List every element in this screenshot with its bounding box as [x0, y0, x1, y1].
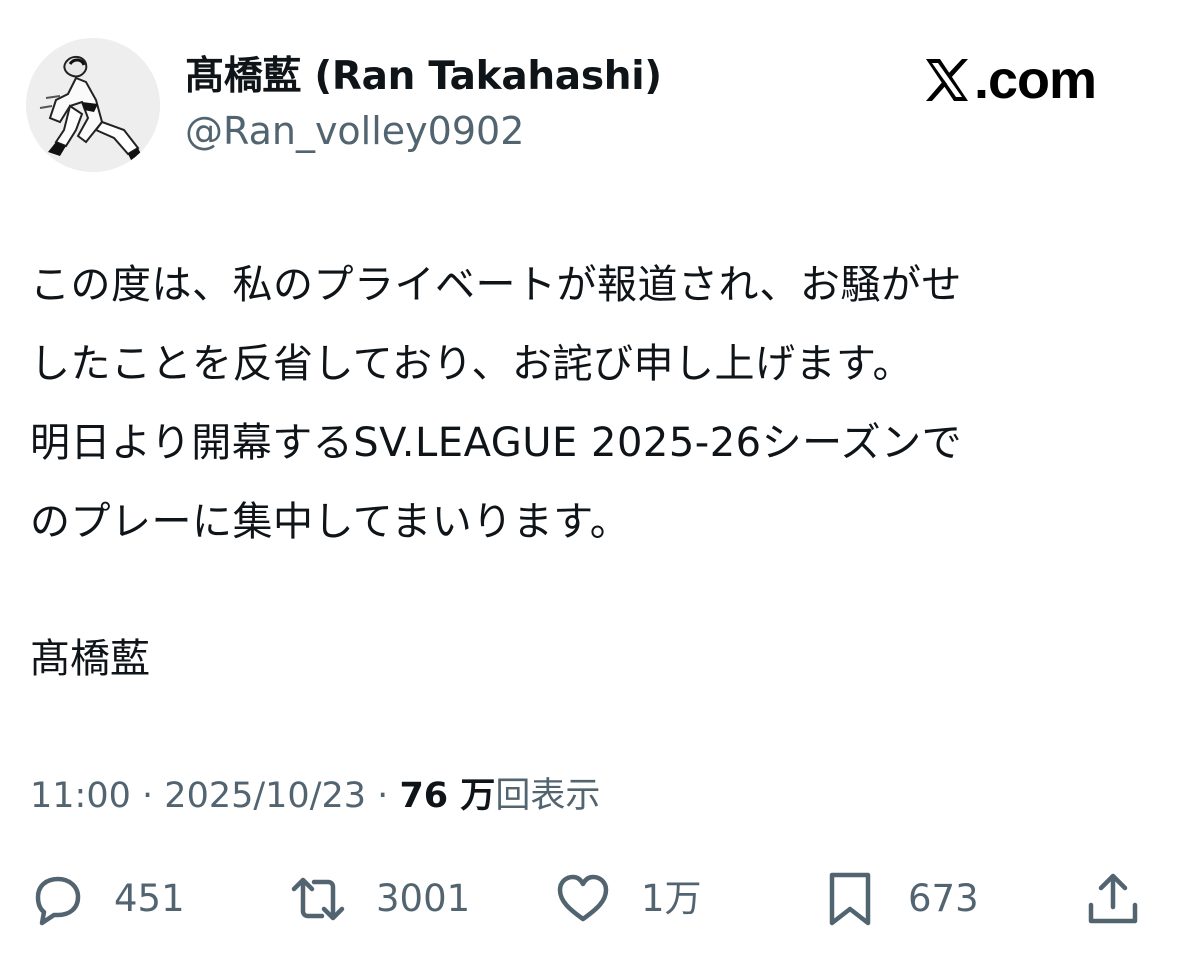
reply-icon	[35, 876, 81, 926]
meta-separator: ·	[142, 776, 154, 816]
heart-icon	[557, 874, 609, 922]
author-display-name[interactable]: 髙橋藍 (Ran Takahashi)	[185, 52, 662, 102]
like-button[interactable]: 1万	[555, 866, 702, 932]
post-date[interactable]: 2025/10/23	[164, 776, 366, 816]
post-text-line: したことを反省しており、お詫び申し上げます。	[30, 341, 913, 387]
bookmark-icon	[829, 872, 871, 926]
meta-separator: ·	[377, 776, 389, 816]
reply-count: 451	[114, 877, 185, 920]
views-label: 回表示	[495, 776, 601, 816]
bookmark-button[interactable]: 673	[822, 866, 979, 932]
avatar[interactable]	[26, 38, 160, 172]
views-count[interactable]: 76 万	[399, 776, 495, 816]
bookmark-count: 673	[908, 877, 979, 920]
share-button[interactable]	[1085, 866, 1141, 932]
like-count: 1万	[641, 877, 702, 920]
post-text-line: 明日より開幕するSV.LEAGUE 2025-26シーズンで	[30, 420, 963, 466]
action-bar: 451 3001 1万 673	[0, 866, 1179, 932]
author-handle[interactable]: @Ran_volley0902	[185, 108, 524, 154]
post-signature: 髙橋藍	[30, 636, 150, 682]
avatar-illustration-icon	[26, 38, 160, 172]
repost-count: 3001	[376, 877, 471, 920]
repost-icon	[291, 877, 345, 921]
post-text-line: のプレーに集中してまいります。	[30, 499, 631, 545]
reply-button[interactable]: 451	[28, 866, 185, 932]
post-card: 髙橋藍 (Ran Takahashi) @Ran_volley0902 .com…	[0, 0, 1179, 963]
post-text-line: この度は、私のプライベートが報道され、お騒がせ	[30, 262, 962, 308]
brand-watermark: .com	[922, 50, 1097, 110]
post-meta: 11:00 · 2025/10/23 · 76 万回表示	[30, 772, 600, 820]
post-time[interactable]: 11:00	[30, 776, 131, 816]
repost-button[interactable]: 3001	[290, 866, 470, 932]
share-icon	[1088, 873, 1138, 924]
x-logo-icon	[926, 59, 968, 101]
post-text: この度は、私のプライベートが報道され、お騒がせ したことを反省しており、お詫び申…	[30, 246, 1160, 562]
brand-domain-text: .com	[974, 50, 1097, 110]
